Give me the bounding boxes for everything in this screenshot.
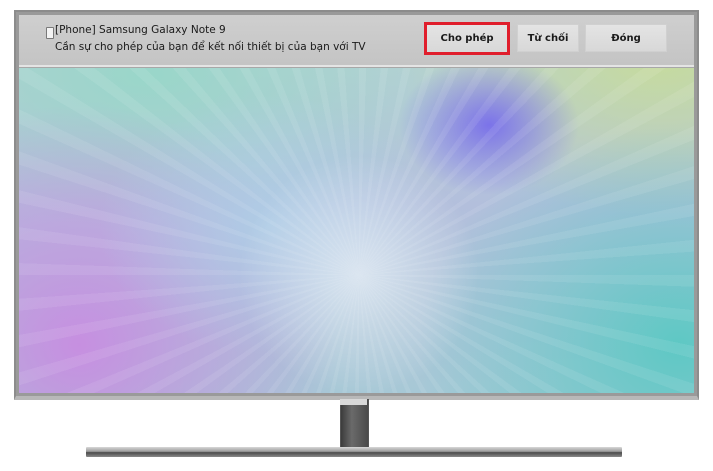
permission-message: Cần sự cho phép của bạn để kết nối thiết… xyxy=(55,41,366,53)
tv-illustration: [Phone] Samsung Galaxy Note 9 Cần sự cho… xyxy=(0,0,713,471)
tv-stand-neck-top xyxy=(340,399,367,405)
allow-button[interactable]: Cho phép xyxy=(424,22,510,55)
phone-icon xyxy=(46,27,54,39)
close-button[interactable]: Đóng xyxy=(585,24,667,52)
allow-button-label: Cho phép xyxy=(440,33,494,44)
tv-stand-base xyxy=(86,447,622,457)
deny-button[interactable]: Từ chối xyxy=(517,24,579,52)
tv-stand-neck xyxy=(340,399,369,449)
deny-button-label: Từ chối xyxy=(527,32,569,44)
tv-screen: [Phone] Samsung Galaxy Note 9 Cần sự cho… xyxy=(19,15,694,393)
connection-request-bar: [Phone] Samsung Galaxy Note 9 Cần sự cho… xyxy=(19,15,694,67)
close-button-label: Đóng xyxy=(611,32,641,44)
tv-bezel: [Phone] Samsung Galaxy Note 9 Cần sự cho… xyxy=(14,10,699,400)
device-name: [Phone] Samsung Galaxy Note 9 xyxy=(55,24,226,36)
wallpaper-glow xyxy=(19,15,694,393)
